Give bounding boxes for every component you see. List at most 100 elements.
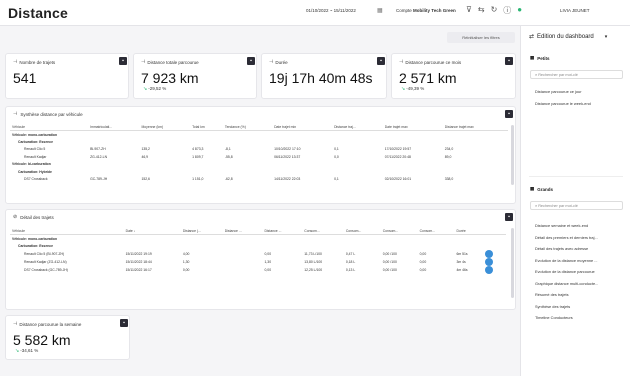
column-header[interactable]: Distance ... — [222, 227, 263, 235]
pin-icon[interactable]: ⊣ — [13, 59, 17, 65]
reset-filter-icon[interactable]: ⇆ — [478, 5, 485, 16]
column-header[interactable]: Consom... — [343, 227, 381, 235]
table-cell: BI-907-ZH — [90, 147, 106, 152]
column-header[interactable]: Véhicule — [10, 227, 124, 235]
user-icon[interactable]: ● — [517, 5, 522, 16]
scrollbar[interactable] — [511, 228, 514, 298]
widget-item[interactable]: Graphique distance multi-conducte... — [535, 281, 625, 286]
kpi-card-total-distance: ⊣ Distance totale parcourue 7 923 km ↘-29… — [133, 53, 257, 99]
column-header[interactable] — [483, 227, 506, 235]
search-placeholder: Rechercher par mot-clé — [538, 204, 578, 208]
trip-detail-panel: ⊘ Détail des trajets ▪ Véhicule Date ↓ Dist… — [5, 209, 516, 310]
column-header[interactable]: Distance trajet max — [442, 123, 508, 131]
table-cell — [483, 265, 506, 274]
table-cell: 4m 46s — [456, 267, 468, 272]
table-cell — [483, 249, 506, 258]
reset-filters-button[interactable]: Réinitialiser les filtres — [447, 32, 515, 43]
table-cell: -8,1 — [224, 147, 231, 152]
column-header[interactable]: Consom... — [302, 227, 344, 235]
widget-item[interactable]: Timeline Conducteurs — [535, 315, 625, 320]
delete-icon[interactable]: ▪ — [247, 57, 255, 65]
column-header[interactable]: Date ↓ — [123, 227, 181, 235]
column-header[interactable]: Date trajet max — [382, 123, 443, 131]
table-cell: 1 809,7 — [192, 154, 204, 159]
widget-item[interactable]: Evolution de la distance moyenne ... — [535, 258, 625, 263]
table-cell: 0,00 — [419, 259, 427, 264]
widget-item[interactable]: Synthèse des trajets — [535, 304, 625, 309]
column-header[interactable]: Immatriculati... — [88, 123, 140, 131]
kpi-label: Distance totale parcourue — [147, 59, 199, 65]
column-header[interactable]: Durée — [454, 227, 484, 235]
chevron-down-icon[interactable]: ▾ — [605, 34, 608, 40]
column-header[interactable]: Distance traj... — [332, 123, 383, 131]
widget-item[interactable]: Distance parcourue le week-end — [535, 101, 625, 106]
column-header[interactable]: Moyenne (km) — [139, 123, 191, 131]
calendar-icon[interactable]: ▦ — [377, 7, 383, 14]
scrollbar[interactable] — [511, 125, 514, 185]
table-cell: 0,00 /100 — [382, 251, 397, 256]
table-row: Renault Clio 5 (BI-907-ZH) 15/11/2022 19:… — [10, 249, 506, 258]
delete-icon[interactable]: ▪ — [377, 57, 385, 65]
widget-item[interactable]: Evolution de la distance parcourue — [535, 269, 625, 274]
pin-icon[interactable]: ⊣ — [13, 111, 17, 117]
delete-icon[interactable]: ▪ — [505, 110, 513, 118]
widget-item[interactable]: Détail des premiers et derniers traj... — [535, 235, 625, 240]
group-row[interactable]: Carburation: Essence — [10, 242, 506, 250]
delete-icon[interactable]: ▪ — [505, 213, 513, 221]
widget-item[interactable]: Distance semaine et week-end — [535, 223, 625, 228]
widget-item[interactable]: Distance parcourue ce jour — [535, 89, 625, 94]
search-input-petits[interactable]: ⌕ Rechercher par mot-clé — [530, 70, 623, 79]
column-header[interactable]: Distance (... — [180, 227, 223, 235]
table-cell: 15/11/2022 18:44 — [125, 259, 152, 264]
refresh-icon[interactable]: ↻ — [491, 5, 498, 16]
pin-icon[interactable]: ⊣ — [141, 59, 145, 65]
kpi-value: 2 571 km — [399, 70, 457, 86]
group-row[interactable]: Véhicule: bi-carburation — [10, 161, 508, 169]
group-row[interactable]: Véhicule: mono-carburation — [10, 131, 508, 139]
search-input-grands[interactable]: ⌕ Rechercher par mot-clé — [530, 201, 623, 210]
user-name[interactable]: LIVIA JEUNET — [560, 8, 590, 13]
table-cell: 17/10/2022 19:57 — [384, 147, 412, 152]
kpi-value: 7 923 km — [141, 70, 199, 86]
dashboard-editor-sidebar: ⇄ Edition du dashboard ▾ ▦ Petits ⌕ Recherc… — [520, 26, 630, 376]
view-trip-button[interactable] — [485, 257, 494, 266]
help-icon[interactable]: ⓘ — [503, 5, 511, 16]
delete-icon[interactable]: ▪ — [505, 57, 513, 65]
table-cell: 1,30 — [182, 259, 190, 264]
view-trip-button[interactable] — [485, 249, 494, 258]
widget-item[interactable]: Détail des trajets avec adresse — [535, 246, 625, 251]
date-range-picker[interactable]: 01/10/2022 ~ 15/11/2022 — [306, 8, 356, 13]
view-trip-button[interactable] — [485, 265, 494, 274]
table-cell: 4 873,3 — [192, 147, 204, 152]
column-header[interactable]: Total km — [190, 123, 223, 131]
delete-icon[interactable]: ▪ — [119, 57, 127, 65]
group-row[interactable]: Carburation: Essence — [10, 138, 508, 146]
section-title-petits: Petits — [537, 55, 550, 61]
group-row[interactable]: Véhicule: mono-carburation — [10, 235, 506, 243]
kpi-value: 541 — [13, 70, 37, 86]
table-cell: 0,47 L — [345, 251, 356, 256]
column-header[interactable]: Date trajet min — [272, 123, 333, 131]
column-header[interactable]: Tendance (%) — [222, 123, 273, 131]
pin-icon[interactable]: ⊣ — [269, 59, 273, 65]
pin-icon[interactable]: ⊣ — [13, 321, 17, 327]
filter-icon[interactable]: ⊽ — [466, 5, 472, 16]
table-cell: -62,8 — [224, 177, 233, 182]
pin-icon[interactable]: ⊣ — [399, 59, 403, 65]
trend-down-icon: ↘ — [15, 348, 20, 354]
column-header[interactable]: Distance ... — [262, 227, 303, 235]
link-icon[interactable]: ⊘ — [13, 214, 17, 220]
table-cell: GC-789-JH — [90, 177, 108, 182]
delete-icon[interactable]: ▪ — [120, 319, 128, 327]
table-cell: Renault Clio 5 (BI-907-ZH) — [24, 251, 65, 256]
column-header[interactable]: Consom... — [380, 227, 418, 235]
section-title-grands: Grands — [537, 186, 554, 192]
kpi-value: 5 582 km — [13, 332, 71, 348]
widget-item[interactable]: Résumé des trajets — [535, 292, 625, 297]
group-row[interactable]: Carburation: Hybride — [10, 168, 508, 176]
column-header[interactable]: Consom... — [417, 227, 455, 235]
account-selector[interactable]: Compte Mobility Tech Green — [396, 8, 456, 13]
column-header[interactable]: Véhicule — [10, 123, 89, 131]
table-cell: 338,0 — [444, 177, 454, 182]
kpi-value: 19j 17h 40m 48s — [269, 70, 373, 86]
